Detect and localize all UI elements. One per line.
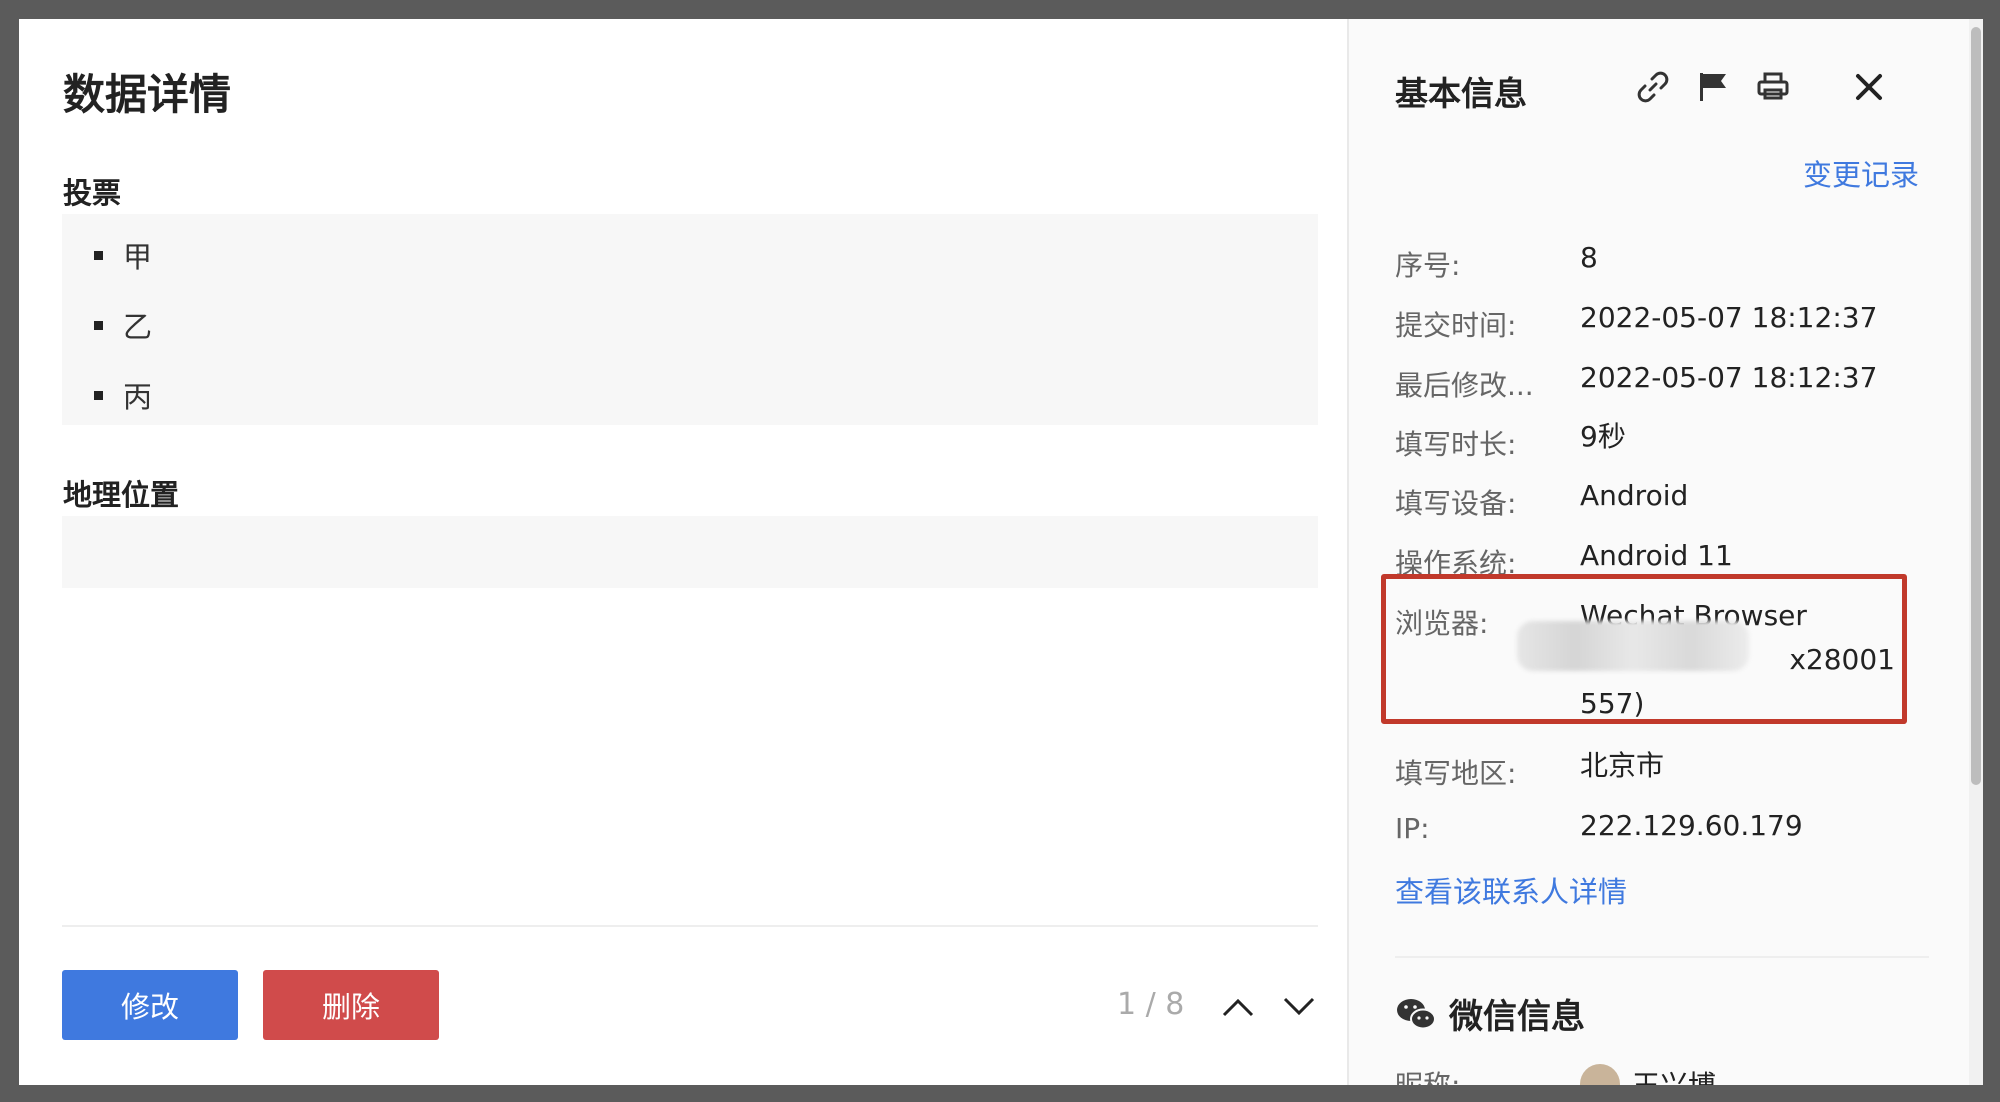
list-item: 乙 [94, 304, 152, 346]
info-key: 填写地区: [1395, 757, 1517, 790]
blurred-redaction [1517, 621, 1749, 671]
pager-indicator: 1 / 8 [1117, 987, 1185, 1022]
location-answer-box [62, 516, 1318, 588]
change-log-link[interactable]: 变更记录 [1803, 152, 1919, 194]
page-title: 数据详情 [63, 70, 232, 119]
section-divider [1395, 956, 1929, 958]
bullet-icon [94, 320, 103, 330]
nickname-text: 王兴博 [1632, 1064, 1716, 1085]
view-contact-link[interactable]: 查看该联系人详情 [1395, 869, 1627, 911]
info-value: 9秒 [1580, 420, 1626, 453]
basic-info-panel: 基本信息 变更记录 序号: 8 提交时间: 2022-05-07 18:12:3… [1349, 19, 1969, 1085]
wechat-title: 微信信息 [1449, 997, 1585, 1037]
delete-button[interactable]: 删除 [263, 970, 439, 1040]
link-icon[interactable] [1633, 67, 1673, 107]
vote-answer-box: 甲 乙 丙 [62, 214, 1318, 425]
footer-divider [62, 925, 1318, 927]
list-item: 丙 [94, 374, 152, 416]
question-label-location: 地理位置 [63, 478, 180, 512]
print-icon[interactable] [1753, 67, 1793, 107]
option-label: 丙 [123, 380, 153, 414]
info-value: 北京市 [1580, 749, 1665, 782]
wechat-icon [1397, 998, 1436, 1029]
list-item: 甲 [94, 234, 152, 276]
info-key: IP: [1395, 812, 1430, 845]
chevron-down-icon[interactable] [1277, 987, 1321, 1027]
option-label: 甲 [123, 240, 153, 274]
wechat-section-header: 微信信息 [1395, 989, 1585, 1038]
info-value: 2022-05-07 18:12:37 [1580, 301, 1878, 334]
flag-icon[interactable] [1693, 67, 1733, 107]
data-detail-dialog: 数据详情 投票 甲 乙 丙 地理位置 修改 删除 1 / 8 基本信息 变更记录… [19, 19, 1983, 1085]
avatar [1580, 1064, 1620, 1085]
bullet-icon [94, 250, 103, 260]
scrollbar-thumb[interactable] [1971, 27, 1981, 785]
info-key: 提交时间: [1395, 309, 1517, 342]
option-label: 乙 [123, 310, 153, 344]
nickname-value: 王兴博 [1580, 1064, 1716, 1085]
info-key: 填写设备: [1395, 487, 1517, 520]
bullet-icon [94, 390, 103, 400]
scrollbar[interactable] [1969, 19, 1983, 1085]
info-value: 222.129.60.179 [1580, 809, 1803, 842]
info-key: 填写时长: [1395, 428, 1517, 461]
info-value-line3: 557) [1580, 687, 1645, 720]
info-value: 8 [1580, 241, 1598, 274]
info-value: 2022-05-07 18:12:37 [1580, 361, 1878, 394]
info-value: Android 11 [1580, 539, 1733, 572]
nickname-key: 昵称: [1395, 1064, 1460, 1085]
detail-main-panel: 数据详情 投票 甲 乙 丙 地理位置 修改 删除 1 / 8 [19, 19, 1347, 1085]
basic-info-title: 基本信息 [1395, 74, 1527, 113]
info-key: 序号: [1395, 249, 1461, 282]
chevron-up-icon[interactable] [1216, 987, 1260, 1027]
edit-button[interactable]: 修改 [62, 970, 238, 1040]
info-key: 最后修改... [1395, 369, 1534, 402]
close-icon[interactable] [1849, 67, 1889, 107]
question-label-vote: 投票 [63, 176, 122, 210]
info-value: Android [1580, 479, 1689, 512]
